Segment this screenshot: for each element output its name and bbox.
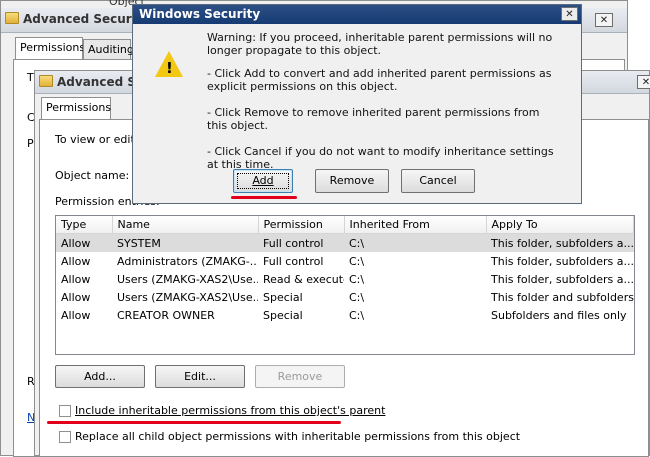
replace-child-label[interactable]: Replace all child object permissions wit… [75,430,520,443]
cell-type: Allow [61,254,91,268]
message-remove: - Click Remove to remove inherited paren… [207,106,540,132]
include-inheritable-label[interactable]: Include inheritable permissions from thi… [75,404,385,417]
remove-entry-button[interactable]: Remove [255,365,345,388]
table-row[interactable]: Allow CREATOR OWNER Special C:\ Subfolde… [56,306,634,324]
back-window-title: Advanced Security [23,12,150,26]
cell-permission: Read & execute [263,272,344,286]
permission-entries-list[interactable]: Type Name Permission Inherited From Appl… [55,215,635,355]
cell-permission: Special [263,308,303,322]
replace-child-checkbox[interactable] [59,431,71,443]
column-header-inherited-from[interactable]: Inherited From [344,216,487,234]
cell-name: CREATOR OWNER [117,308,215,322]
dialog-cancel-label: Cancel [419,174,457,187]
cell-permission: Full control [263,254,324,268]
column-header-name[interactable]: Name [112,216,259,234]
message-add: - Click Add to convert and add inherited… [207,67,552,93]
permission-table: Type Name Permission Inherited From Appl… [56,216,634,324]
cell-inherited-from: C:\ [349,290,365,304]
mid-close-button[interactable]: ✕ [637,75,650,89]
cell-type: Allow [56,233,112,252]
tab-permissions-back[interactable]: Permissions [15,37,85,59]
object-name-label: Object name: [55,169,130,182]
cell-inherited-from: C:\ [344,233,486,252]
cell-apply-to: Subfolders and files only [491,308,627,322]
highlight-underline-add [231,196,297,199]
column-header-apply-to[interactable]: Apply To [486,216,634,234]
table-row[interactable]: Allow Users (ZMAKG-XAS2\Use... Read & ex… [56,270,634,288]
message-cancel: - Click Cancel if you do not want to mod… [207,145,554,171]
highlight-underline-include [47,421,341,424]
table-row[interactable]: Allow Administrators (ZMAKG-... Full con… [56,252,634,270]
dialog-add-button[interactable]: Add [233,169,293,193]
column-header-permission[interactable]: Permission [258,216,345,234]
dialog-cancel-button[interactable]: Cancel [401,169,475,193]
include-inheritable-checkbox[interactable] [59,405,71,417]
cell-inherited-from: C:\ [349,272,365,286]
dialog-remove-label: Remove [329,174,375,187]
dialog-message: Warning: If you proceed, inheritable par… [207,31,563,171]
edit-entry-button[interactable]: Edit... [155,365,245,388]
cell-name: Users (ZMAKG-XAS2\Use... [117,272,258,286]
cell-permission: Special [263,290,303,304]
tab-auditing-back[interactable]: Auditing [83,39,134,61]
cell-name: SYSTEM [112,233,258,252]
cell-apply-to: This folder, subfolders a... [491,254,634,268]
folder-icon [5,12,19,24]
cell-type: Allow [61,272,91,286]
table-row[interactable]: Allow Users (ZMAKG-XAS2\Use... Special C… [56,288,634,306]
dialog-close-button[interactable]: ✕ [561,7,578,21]
dialog-title: Windows Security [139,7,261,21]
dialog-remove-button[interactable]: Remove [315,169,389,193]
cell-name: Administrators (ZMAKG-... [117,254,258,268]
cell-apply-to: This folder, subfolders a... [491,272,634,286]
focus-rectangle [237,173,289,189]
folder-icon [39,75,53,87]
back-fragment-p: P [27,137,34,150]
tab-permissions[interactable]: Permissions [41,97,111,119]
message-warning: Warning: If you proceed, inheritable par… [207,31,553,57]
dialog-titlebar: Windows Security ✕ [133,5,581,24]
cell-type: Allow [61,308,91,322]
cell-name: Users (ZMAKG-XAS2\Use... [117,290,258,304]
cell-inherited-from: C:\ [349,254,365,268]
cell-type: Allow [61,290,91,304]
table-row[interactable]: Allow SYSTEM Full control C:\ This folde… [56,233,634,252]
back-fragment-t: T [27,71,34,84]
windows-security-dialog: Windows Security ✕ ! Warning: If you pro… [132,4,582,204]
cell-apply-to: This folder and subfolders [491,290,634,304]
back-close-button[interactable]: ✕ [595,13,613,27]
cell-apply-to: This folder, subfolders a... [486,233,634,252]
cell-permission: Full control [258,233,344,252]
add-entry-button[interactable]: Add... [55,365,145,388]
cell-inherited-from: C:\ [349,308,365,322]
intro-text: To view or edit c [55,133,145,146]
table-header-row: Type Name Permission Inherited From Appl… [56,216,634,234]
warning-exclamation-icon: ! [166,59,173,77]
column-header-type[interactable]: Type [56,216,113,234]
